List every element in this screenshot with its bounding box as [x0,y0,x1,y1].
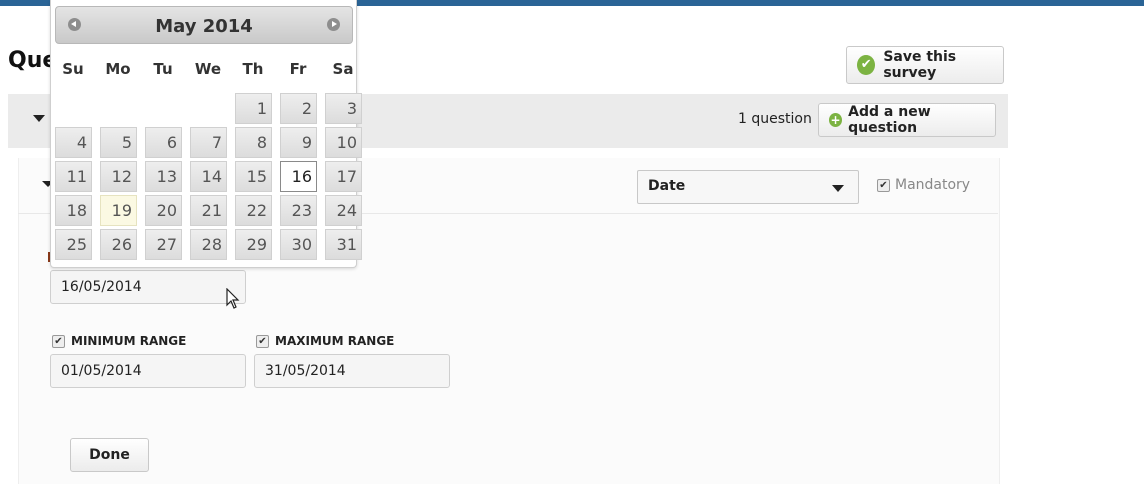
calendar-day[interactable]: 24 [325,195,362,226]
add-question-label: Add a new question [848,104,931,136]
weekday-header: Tu [153,60,173,78]
default-date-value: 16/05/2014 [61,279,142,295]
plus-icon: + [829,113,843,127]
datepicker-month-title: May 2014 [155,16,253,37]
minimum-range-checkbox[interactable]: ✔ [52,334,65,348]
mouse-cursor-icon [226,288,240,309]
chevron-down-icon [832,185,844,192]
calendar-day[interactable]: 1 [235,93,272,124]
minimum-date-value: 01/05/2014 [61,363,142,379]
maximum-date-input[interactable]: 31/05/2014 [254,354,450,388]
add-question-button[interactable]: + Add a new question [818,103,996,137]
calendar-day[interactable]: 4 [55,127,92,158]
calendar-day[interactable]: 2 [280,93,317,124]
calendar-day[interactable]: 22 [235,195,272,226]
weekday-header: Fr [289,60,307,78]
done-button[interactable]: Done [70,438,149,472]
calendar-day[interactable]: 31 [325,229,362,260]
maximum-range-label: MAXIMUM RANGE [275,334,395,348]
calendar-day[interactable]: 29 [235,229,272,260]
calendar-day[interactable]: 17 [325,161,362,192]
weekday-header: Sa [332,60,354,78]
calendar-day[interactable]: 28 [190,229,227,260]
default-date-input[interactable]: 16/05/2014 [50,270,246,304]
calendar-day[interactable]: 11 [55,161,92,192]
calendar-day[interactable]: 12 [100,161,137,192]
calendar-day[interactable]: 5 [100,127,137,158]
maximum-range-toggle[interactable]: ✔ MAXIMUM RANGE [256,334,394,348]
datepicker-header: May 2014 [55,6,353,44]
mandatory-label: Mandatory [895,177,971,193]
mandatory-toggle[interactable]: ✔ Mandatory [877,177,970,193]
calendar-day[interactable]: 10 [325,127,362,158]
calendar-day[interactable]: 7 [190,127,227,158]
weekday-header: Su [62,60,84,78]
calendar-day[interactable]: 16 [280,161,317,192]
calendar-day[interactable]: 27 [145,229,182,260]
save-survey-button[interactable]: ✔ Save this survey [846,46,1004,84]
calendar-day[interactable]: 23 [280,195,317,226]
weekday-header: Mo [105,60,131,78]
calendar-day[interactable]: 13 [145,161,182,192]
calendar-day[interactable]: 14 [190,161,227,192]
minimum-date-input[interactable]: 01/05/2014 [50,354,246,388]
weekday-header: Th [242,60,264,78]
calendar-day[interactable]: 21 [190,195,227,226]
calendar-day[interactable]: 6 [145,127,182,158]
maximum-date-value: 31/05/2014 [265,363,346,379]
question-type-select[interactable]: Date [637,170,859,204]
calendar-day[interactable]: 30 [280,229,317,260]
calendar-day[interactable]: 25 [55,229,92,260]
maximum-range-checkbox[interactable]: ✔ [256,334,269,348]
calendar-day[interactable]: 20 [145,195,182,226]
calendar-day[interactable]: 3 [325,93,362,124]
check-icon: ✔ [857,55,876,75]
save-survey-label: Save this survey [883,49,957,81]
calendar-day[interactable]: 15 [235,161,272,192]
calendar-day[interactable]: 19 [100,195,137,226]
collapse-caret-icon[interactable] [33,115,45,122]
next-month-icon[interactable] [327,18,340,31]
question-type-value: Date [648,178,686,194]
calendar-day[interactable]: 9 [280,127,317,158]
datepicker-popup: May 2014 Su Mo Tu We Th Fr Sa 1 2 3 4 5 6 7 8 9 10 11 12 13… [50,0,362,268]
minimum-range-label: MINIMUM RANGE [71,334,187,348]
minimum-range-toggle[interactable]: ✔ MINIMUM RANGE [52,334,186,348]
mandatory-checkbox[interactable]: ✔ [877,178,890,192]
calendar-day[interactable]: 8 [235,127,272,158]
question-count: 1 question [738,111,812,127]
calendar-day[interactable]: 26 [100,229,137,260]
calendar-day[interactable]: 18 [55,195,92,226]
weekday-header: We [194,60,222,78]
